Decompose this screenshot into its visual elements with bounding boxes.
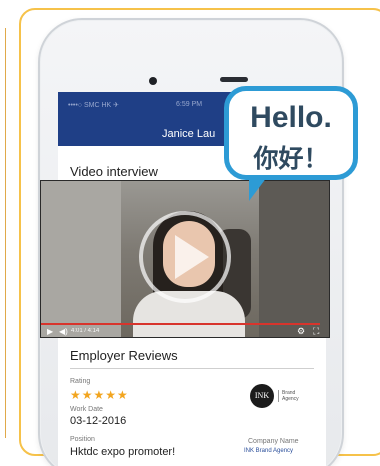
video-section-title: Video interview <box>70 164 158 179</box>
work-date-label: Work Date <box>70 406 103 413</box>
work-date-value: 03-12-2016 <box>70 415 127 427</box>
status-carrier: ••••○ SMC HK ✈ <box>68 102 120 109</box>
reviews-divider <box>70 368 314 369</box>
speech-bubble: Hello. 你好！ <box>224 86 358 201</box>
reviews-title: Employer Reviews <box>70 348 178 363</box>
volume-icon[interactable]: ◀) <box>59 327 68 336</box>
front-camera <box>149 77 157 85</box>
rating-label: Rating <box>70 378 91 385</box>
company-logo: INK Brand Agency <box>250 382 306 412</box>
gear-icon[interactable]: ⚙ <box>297 326 305 337</box>
position-label: Position <box>70 436 95 443</box>
video-controls: ▶ ◀) 4:01 / 4:14 ⚙ ⛶ <box>41 325 329 337</box>
earpiece-speaker <box>220 77 248 82</box>
video-player[interactable]: ▶ ◀) 4:01 / 4:14 ⚙ ⛶ <box>40 180 330 338</box>
bubble-chinese-hello: 你好！ <box>253 145 329 173</box>
company-name-label: Company Name <box>248 438 299 445</box>
video-time: 4:01 / 4:14 <box>71 328 100 334</box>
bubble-hello: Hello. <box>250 101 332 134</box>
play-overlay-button[interactable] <box>139 211 231 303</box>
status-time: 6:59 PM <box>176 101 203 108</box>
play-icon[interactable]: ▶ <box>47 327 53 336</box>
left-edge-line <box>0 28 6 438</box>
company-name-value: INK Brand Agency <box>244 448 294 454</box>
fullscreen-icon[interactable]: ⛶ <box>313 326 319 337</box>
company-logo-side: Brand Agency <box>278 390 306 402</box>
video-background-left <box>41 181 121 337</box>
position-value: Hktdc expo promoter! <box>70 446 176 458</box>
nav-title: Janice Lau <box>162 128 216 140</box>
company-logo-mark: INK <box>250 384 274 408</box>
rating-stars: ★★★★★ <box>70 388 129 402</box>
video-background-right <box>259 181 329 337</box>
